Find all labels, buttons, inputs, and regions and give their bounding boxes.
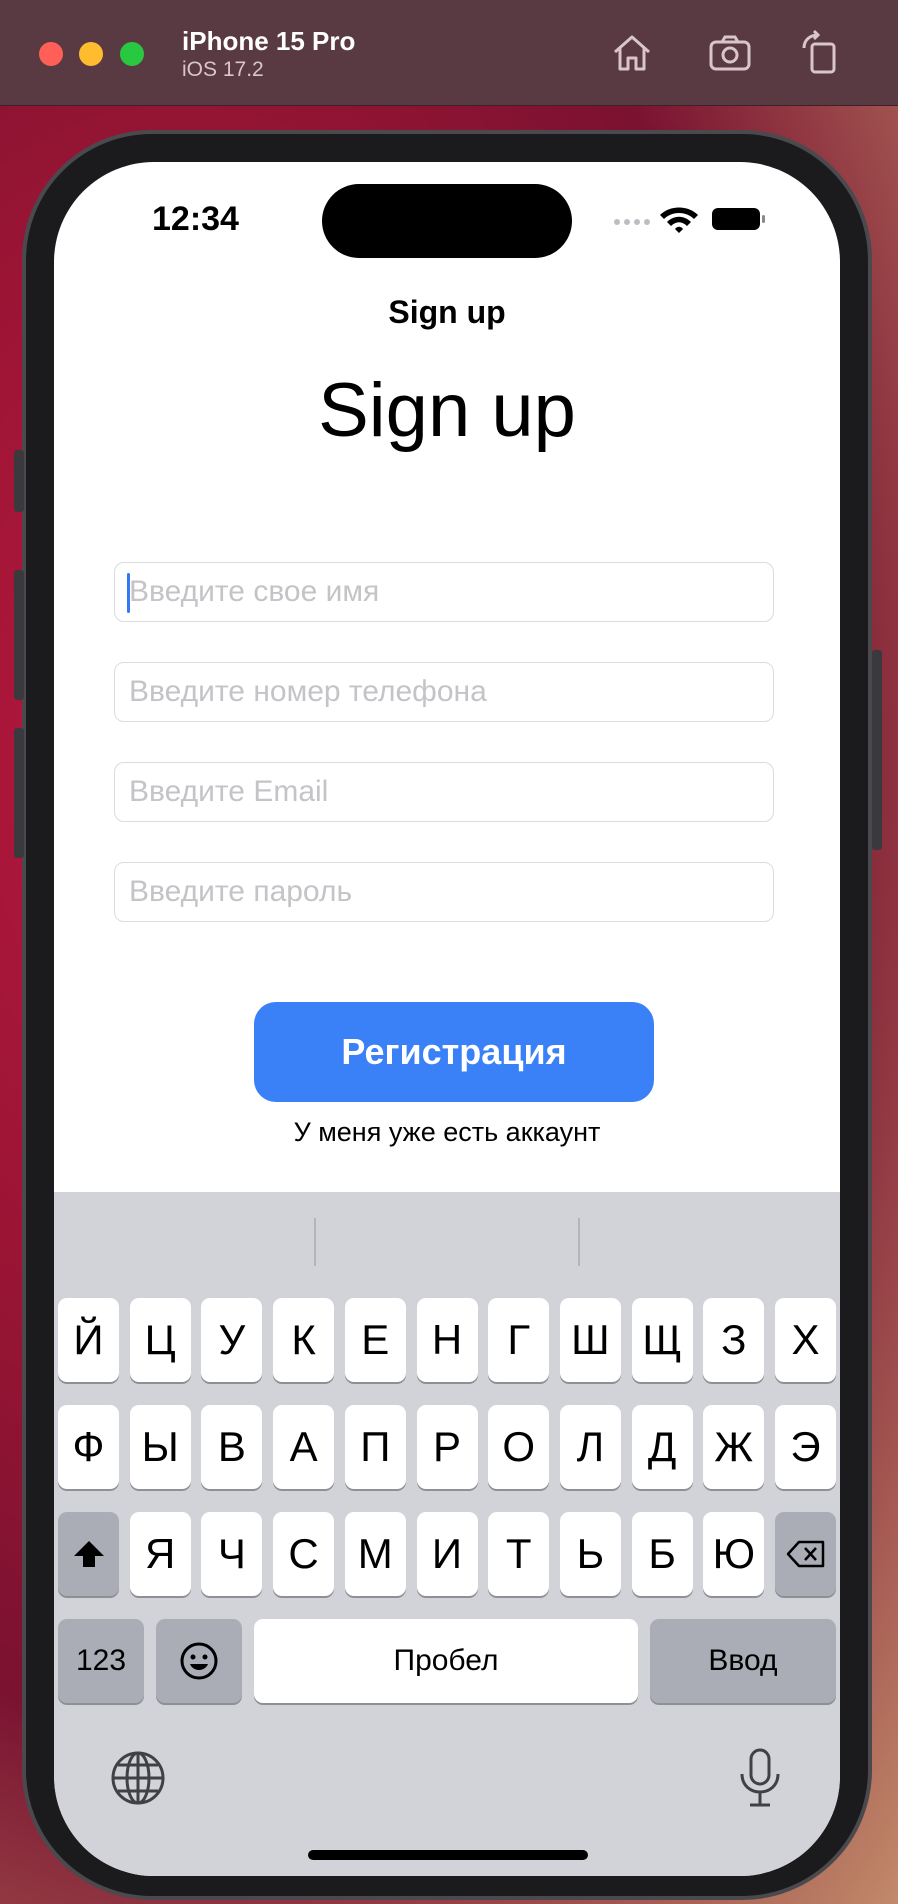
key-8[interactable]: Ш [559,1298,621,1382]
home-icon[interactable] [609,30,655,76]
key-11[interactable]: Э [775,1405,836,1489]
key-5[interactable]: И [416,1512,478,1596]
shift-icon [73,1541,104,1567]
key-7[interactable]: Г [488,1298,550,1382]
key-5[interactable]: Е [344,1298,406,1382]
home-indicator [308,1850,588,1860]
key-3[interactable]: В [201,1405,263,1489]
key-9[interactable]: Щ [631,1298,693,1382]
password-field[interactable]: Введите пароль [114,862,774,922]
screenshot-icon[interactable] [707,30,753,76]
numbers-key[interactable]: 123 [58,1619,144,1703]
action-button [14,450,24,512]
name-field-placeholder: Введите свое имя [129,575,380,608]
space-key[interactable]: Пробел [254,1619,638,1703]
wifi-icon [660,207,698,233]
key-8[interactable]: Л [559,1405,621,1489]
zoom-window-button[interactable] [120,42,144,66]
os-version: iOS 17.2 [182,58,264,81]
text-caret [127,573,130,613]
email-field-placeholder: Введите Email [129,775,329,808]
shift-key[interactable] [58,1512,119,1596]
key-9[interactable]: Ю [703,1512,765,1596]
volume-up-button [14,570,24,700]
key-4[interactable]: А [273,1405,335,1489]
key-1[interactable]: Я [129,1512,191,1596]
dynamic-island [322,184,572,258]
return-key[interactable]: Ввод [650,1619,836,1703]
key-2[interactable]: Ы [129,1405,191,1489]
key-2[interactable]: Ч [201,1512,263,1596]
key-3[interactable]: У [201,1298,263,1382]
key-10[interactable]: Ж [703,1405,765,1489]
register-button[interactable]: Регистрация [254,1002,654,1102]
close-window-button[interactable] [39,42,63,66]
device-screen: 12:34 Sign up Sign up Введите свое имя В… [54,162,840,1876]
key-6[interactable]: Н [416,1298,478,1382]
signal-dots-icon [614,219,650,225]
power-button [872,650,882,850]
volume-down-button [14,728,24,858]
key-9[interactable]: Д [631,1405,693,1489]
key-5[interactable]: П [344,1405,406,1489]
suggestion-divider [314,1218,316,1266]
emoji-key[interactable] [156,1619,242,1703]
have-account-link[interactable]: У меня уже есть аккаунт [54,1117,840,1148]
nav-bar-title: Sign up [388,294,506,330]
key-7[interactable]: О [488,1405,550,1489]
simulator-title-bar: iPhone 15 Pro iOS 17.2 [0,0,898,106]
name-field[interactable]: Введите свое имя [114,562,774,622]
backspace-icon [786,1540,824,1568]
globe-icon[interactable] [110,1750,166,1806]
rotate-icon[interactable] [798,29,844,76]
page-title: Sign up [318,368,576,453]
emoji-icon [180,1642,218,1680]
key-2[interactable]: Ц [129,1298,191,1382]
microphone-icon[interactable] [738,1748,782,1808]
minimize-window-button[interactable] [79,42,103,66]
keyboard: ЙЦУКЕНГШЩЗХ ФЫВАПРОЛДЖЭ ЯЧСМИТЬБЮ 123 Пр… [54,1192,840,1876]
key-7[interactable]: Ь [559,1512,621,1596]
status-icons [614,204,794,234]
device-name: iPhone 15 Pro [182,26,356,56]
phone-field[interactable]: Введите номер телефона [114,662,774,722]
suggestion-divider [578,1218,580,1266]
key-8[interactable]: Б [631,1512,693,1596]
key-3[interactable]: С [273,1512,335,1596]
phone-field-placeholder: Введите номер телефона [129,675,487,708]
password-field-placeholder: Введите пароль [129,875,353,908]
status-time: 12:34 [152,200,239,238]
key-10[interactable]: З [703,1298,765,1382]
backspace-key[interactable] [775,1512,836,1596]
key-6[interactable]: Р [416,1405,478,1489]
key-11[interactable]: Х [775,1298,836,1382]
key-4[interactable]: М [344,1512,406,1596]
battery-icon [712,208,765,230]
key-6[interactable]: Т [488,1512,550,1596]
key-1[interactable]: Ф [58,1405,119,1489]
key-4[interactable]: К [273,1298,335,1382]
key-1[interactable]: Й [58,1298,119,1382]
email-field[interactable]: Введите Email [114,762,774,822]
